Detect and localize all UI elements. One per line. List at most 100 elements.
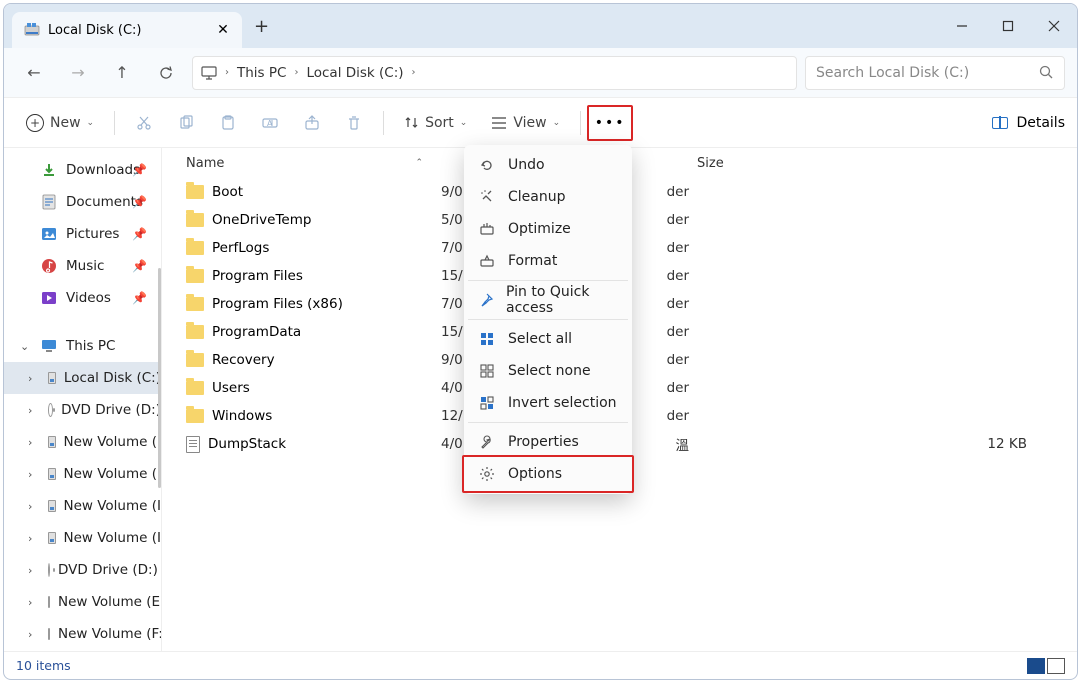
sidebar-item-music[interactable]: Music📌: [4, 250, 161, 282]
details-pane-icon: [992, 117, 1008, 129]
sidebar-item-drive[interactable]: ›Local Disk (C:): [4, 362, 161, 394]
file-icon: [186, 436, 200, 453]
rename-button[interactable]: A: [251, 106, 289, 140]
new-label: New: [50, 115, 81, 131]
menu-item-properties[interactable]: Properties: [468, 426, 628, 458]
view-icon: [491, 116, 507, 130]
chevron-right-icon[interactable]: ›: [28, 404, 32, 417]
chevron-right-icon[interactable]: ›: [412, 67, 416, 78]
column-header-size[interactable]: Size: [697, 156, 1077, 171]
menu-item-invert-selection[interactable]: Invert selection: [468, 387, 628, 419]
menu-item-options[interactable]: Options: [468, 458, 628, 490]
column-header-name[interactable]: Name⌃: [186, 156, 441, 171]
search-box[interactable]: [805, 56, 1065, 90]
sidebar-item-drive[interactable]: ›New Volume (E:): [4, 586, 161, 618]
search-icon[interactable]: [1039, 65, 1054, 80]
music-icon: [40, 257, 58, 275]
disk-icon: [48, 532, 56, 544]
breadcrumb-segment[interactable]: This PC: [237, 65, 286, 81]
sidebar-item-downloads[interactable]: Downloads📌: [4, 154, 161, 186]
sidebar-item-drive[interactable]: ›New Volume (I: [4, 490, 161, 522]
sidebar-item-drive[interactable]: ›New Volume (I: [4, 426, 161, 458]
chevron-right-icon[interactable]: ›: [28, 468, 32, 481]
separator: [383, 111, 384, 135]
chevron-down-icon: ⌄: [87, 118, 95, 128]
chevron-down-icon[interactable]: ⌄: [20, 340, 29, 353]
view-mode-toggles: [1027, 658, 1065, 674]
address-bar[interactable]: › This PC › Local Disk (C:) ›: [192, 56, 797, 90]
gear-icon: [478, 465, 496, 483]
paste-button[interactable]: [209, 106, 247, 140]
menu-item-optimize[interactable]: Optimize: [468, 213, 628, 245]
refresh-button[interactable]: [148, 55, 184, 91]
copy-button[interactable]: [167, 106, 205, 140]
forward-button[interactable]: →: [60, 55, 96, 91]
sidebar-item-drive[interactable]: ›New Volume (I: [4, 458, 161, 490]
sidebar-item-thispc[interactable]: ⌄This PC: [4, 330, 161, 362]
view-label: View: [513, 115, 546, 131]
up-button[interactable]: ↑: [104, 55, 140, 91]
disk-icon: [48, 500, 56, 512]
sidebar-scrollbar[interactable]: [158, 268, 161, 488]
back-button[interactable]: ←: [16, 55, 52, 91]
menu-item-select-none[interactable]: Select none: [468, 355, 628, 387]
new-tab-button[interactable]: +: [254, 16, 269, 37]
chevron-right-icon[interactable]: ›: [28, 436, 32, 449]
view-details-toggle[interactable]: [1027, 658, 1045, 674]
chevron-right-icon[interactable]: ›: [28, 564, 32, 577]
view-button[interactable]: View ⌄: [481, 106, 570, 140]
delete-button[interactable]: [335, 106, 373, 140]
disk-icon: [48, 596, 50, 608]
selectall-icon: [478, 330, 496, 348]
folder-icon: [186, 213, 204, 227]
dvd-icon: [48, 563, 50, 577]
menu-item-pin-to-quick-access[interactable]: Pin to Quick access: [468, 284, 628, 316]
menu-item-undo[interactable]: Undo: [468, 149, 628, 181]
pin-icon: 📌: [132, 195, 147, 209]
more-menu-button[interactable]: •••: [591, 109, 629, 137]
folder-icon: [186, 353, 204, 367]
breadcrumb-segment[interactable]: Local Disk (C:): [306, 65, 403, 81]
details-pane-button[interactable]: Details: [992, 115, 1065, 131]
sort-button[interactable]: Sort ⌄: [394, 106, 477, 140]
menu-item-format[interactable]: Format: [468, 245, 628, 277]
sidebar-item-videos[interactable]: Videos📌: [4, 282, 161, 314]
chevron-right-icon[interactable]: ›: [28, 596, 32, 609]
command-toolbar: + New ⌄ A Sort ⌄ View ⌄ ••• Details: [4, 98, 1077, 148]
pictures-icon: [40, 225, 58, 243]
close-tab-button[interactable]: ✕: [216, 23, 230, 37]
chevron-right-icon[interactable]: ›: [28, 532, 32, 545]
chevron-right-icon[interactable]: ›: [225, 67, 229, 78]
chevron-right-icon[interactable]: ›: [28, 500, 32, 513]
close-button[interactable]: [1031, 4, 1077, 48]
sidebar-item-drive[interactable]: ›New Volume (F:): [4, 618, 161, 650]
search-input[interactable]: [816, 65, 1039, 81]
cut-button[interactable]: [125, 106, 163, 140]
menu-item-cleanup[interactable]: Cleanup: [468, 181, 628, 213]
more-menu-dropdown: UndoCleanupOptimizeFormat Pin to Quick ac…: [464, 145, 632, 494]
chevron-down-icon: ⌄: [553, 118, 561, 128]
active-tab[interactable]: Local Disk (C:) ✕: [12, 12, 242, 48]
sort-ascending-icon: ⌃: [415, 158, 423, 168]
tab-title: Local Disk (C:): [48, 23, 208, 38]
pin-icon: 📌: [132, 163, 147, 177]
sidebar-item-drive[interactable]: ›DVD Drive (D:): [4, 394, 161, 426]
chevron-right-icon[interactable]: ›: [28, 628, 32, 641]
new-button[interactable]: + New ⌄: [16, 106, 104, 140]
menu-item-select-all[interactable]: Select all: [468, 323, 628, 355]
navigation-sidebar: Downloads📌 Documents📌 Pictures📌 Music📌 V…: [4, 148, 162, 651]
status-bar: 10 items: [4, 651, 1077, 679]
download-icon: [40, 161, 58, 179]
sidebar-item-drive[interactable]: ›DVD Drive (D:) C: [4, 554, 161, 586]
sidebar-item-pictures[interactable]: Pictures📌: [4, 218, 161, 250]
navigation-bar: ← → ↑ › This PC › Local Disk (C:) ›: [4, 48, 1077, 98]
sidebar-item-drive[interactable]: ›New Volume (I: [4, 522, 161, 554]
view-thumbnails-toggle[interactable]: [1047, 658, 1065, 674]
minimize-button[interactable]: [939, 4, 985, 48]
sidebar-item-documents[interactable]: Documents📌: [4, 186, 161, 218]
maximize-button[interactable]: [985, 4, 1031, 48]
chevron-right-icon[interactable]: ›: [28, 372, 32, 385]
disk-icon: [48, 436, 56, 448]
share-button[interactable]: [293, 106, 331, 140]
chevron-right-icon[interactable]: ›: [294, 67, 298, 78]
